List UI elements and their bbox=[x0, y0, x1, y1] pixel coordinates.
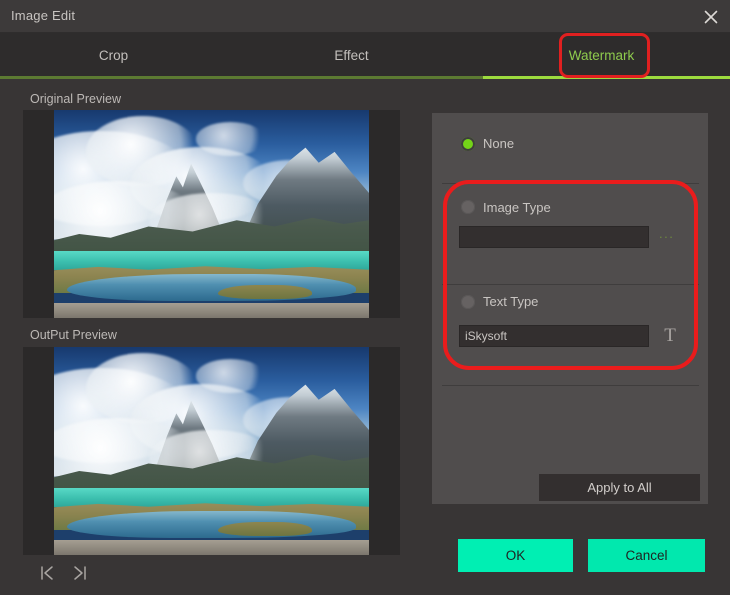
label-image-type: Image Type bbox=[483, 200, 551, 215]
divider-1 bbox=[442, 183, 699, 184]
output-preview-frame bbox=[23, 347, 400, 555]
window-title: Image Edit bbox=[11, 8, 76, 23]
original-preview-frame bbox=[23, 110, 400, 318]
titlebar: Image Edit bbox=[0, 0, 730, 33]
skip-to-first-icon bbox=[41, 566, 53, 580]
first-image-button[interactable] bbox=[37, 562, 59, 584]
original-preview-label: Original Preview bbox=[30, 92, 122, 106]
tab-watermark[interactable]: Watermark bbox=[548, 33, 655, 78]
original-preview-image bbox=[54, 110, 369, 318]
apply-to-all-button[interactable]: Apply to All bbox=[539, 474, 700, 501]
photo-gravel bbox=[54, 540, 369, 555]
photo-river bbox=[66, 274, 357, 302]
last-image-button[interactable] bbox=[68, 562, 90, 584]
radio-none[interactable] bbox=[461, 137, 475, 151]
output-preview-label: OutPut Preview bbox=[30, 328, 117, 342]
cancel-button[interactable]: Cancel bbox=[588, 539, 705, 572]
label-text-type: Text Type bbox=[483, 294, 539, 309]
photo-river bbox=[66, 511, 357, 539]
font-settings-button[interactable]: T bbox=[659, 324, 681, 348]
photo-gravel bbox=[54, 303, 369, 318]
tab-bar: Crop Effect Watermark bbox=[0, 33, 730, 78]
divider-2 bbox=[442, 284, 699, 285]
tab-effect[interactable]: Effect bbox=[298, 33, 405, 78]
radio-text-type[interactable] bbox=[461, 295, 475, 309]
photo-cloud bbox=[195, 122, 266, 156]
watermark-settings-panel bbox=[432, 113, 708, 504]
photo-cloud bbox=[195, 359, 266, 393]
watermark-text-input[interactable]: iSkysoft bbox=[459, 325, 649, 347]
close-button[interactable] bbox=[698, 4, 724, 29]
output-preview-image bbox=[54, 347, 369, 555]
radio-image-type[interactable] bbox=[461, 200, 475, 214]
close-x-icon bbox=[704, 10, 718, 24]
tab-crop[interactable]: Crop bbox=[60, 33, 167, 78]
photo-island bbox=[217, 521, 313, 537]
skip-to-last-icon bbox=[74, 566, 86, 580]
image-path-input[interactable] bbox=[459, 226, 649, 248]
label-none: None bbox=[483, 136, 515, 151]
ok-button[interactable]: OK bbox=[458, 539, 573, 572]
photo-island bbox=[217, 284, 313, 300]
tab-underline-inactive bbox=[0, 76, 483, 79]
browse-image-button[interactable]: ... bbox=[659, 227, 681, 246]
image-edit-dialog: Image Edit Crop Effect Watermark Origina… bbox=[0, 0, 730, 595]
tab-underline-active bbox=[483, 76, 730, 79]
divider-3 bbox=[442, 385, 699, 386]
